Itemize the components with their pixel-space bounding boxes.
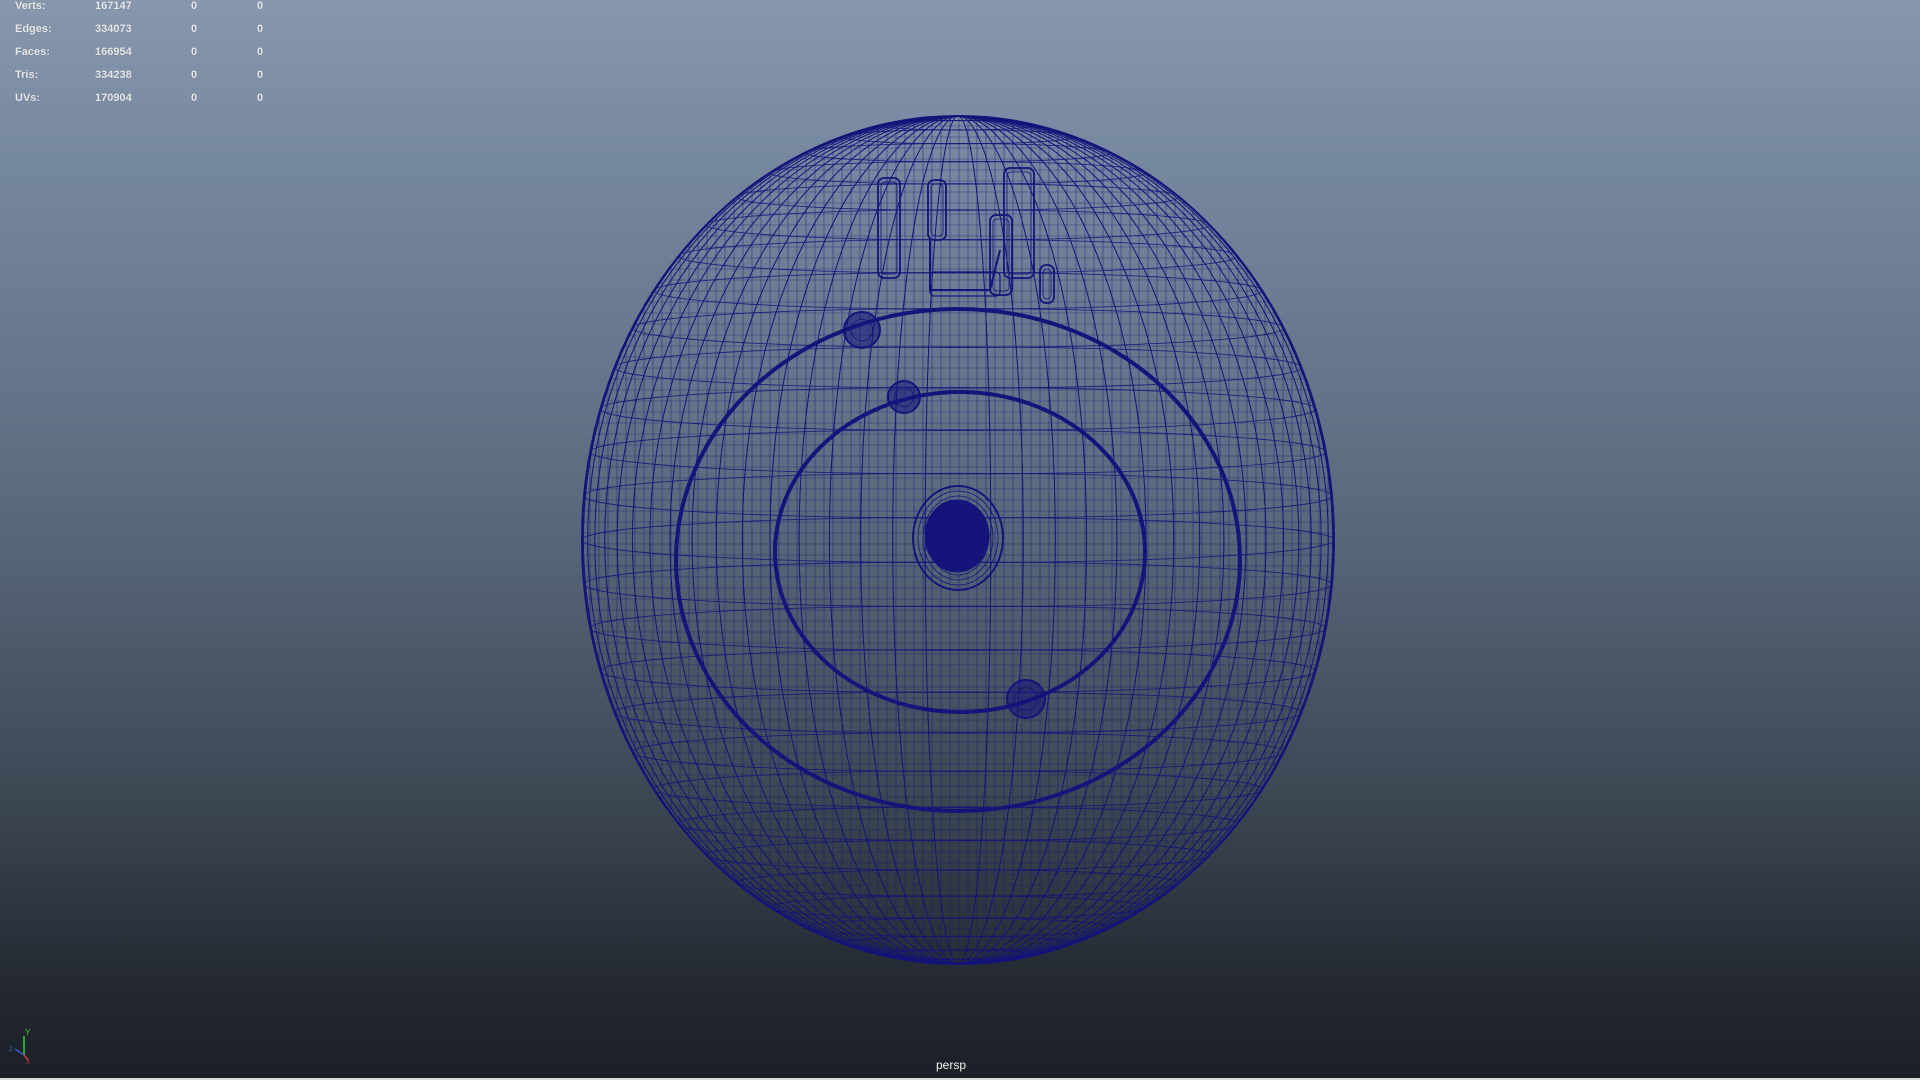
hud-selected: 0: [191, 92, 198, 104]
hud-count: 167147: [95, 0, 132, 12]
hud-component: 0: [257, 23, 264, 35]
latitude-line: [631, 308, 1285, 348]
electron-sphere: [887, 380, 921, 414]
latitude-line: [705, 839, 1211, 871]
hud-label: Edges:: [15, 23, 52, 35]
hud-label: Faces:: [15, 46, 50, 58]
camera-name-label: persp: [935, 1058, 967, 1072]
hud-label: UVs:: [15, 92, 41, 104]
latitude-line: [599, 649, 1317, 693]
hud-component: 0: [257, 92, 264, 104]
hud-selected: 0: [191, 0, 198, 12]
latitude-line: [736, 183, 1180, 211]
latitude-line: [631, 732, 1285, 772]
hud-count: 170904: [95, 92, 132, 104]
hud-selected: 0: [191, 46, 198, 58]
hud-label: Tris:: [15, 69, 39, 81]
hud-row-tris: Tris: 334238 0 0: [0, 69, 300, 85]
axis-y-label: Y: [25, 1028, 31, 1037]
bracket-part-inner: [1006, 171, 1032, 275]
electron-sphere: [843, 311, 881, 349]
hud-count: 166954: [95, 46, 132, 58]
hud-row-verts: Verts: 167147 0 0: [0, 0, 300, 16]
latitude-line: [653, 770, 1263, 808]
hud-count: 334238: [95, 69, 132, 81]
hud-row-edges: Edges: 334073 0 0: [0, 23, 300, 39]
hud-count: 334073: [95, 23, 132, 35]
hud-row-faces: Faces: 166954 0 0: [0, 46, 300, 62]
wireframe-sphere-model[interactable]: [0, 0, 1920, 1078]
bracket-part: [1039, 264, 1055, 304]
hud-component: 0: [257, 46, 264, 58]
hud-selected: 0: [191, 69, 198, 81]
hud-label: Verts:: [15, 0, 46, 12]
latitude-line: [614, 346, 1302, 389]
hud-selected: 0: [191, 23, 198, 35]
hud-component: 0: [257, 69, 264, 81]
hud-component: 0: [257, 0, 264, 12]
latitude-line: [589, 605, 1327, 651]
bracket-part-inner: [880, 181, 898, 275]
electron-sphere: [1006, 679, 1046, 719]
latitude-line: [736, 869, 1180, 897]
hud-row-uvs: UVs: 170904 0 0: [0, 92, 300, 108]
perspective-viewport[interactable]: Verts: 167147 0 0 Edges: 334073 0 0 Face…: [0, 0, 1920, 1078]
axis-z-label: Z: [9, 1047, 13, 1053]
latitude-line: [678, 239, 1238, 274]
